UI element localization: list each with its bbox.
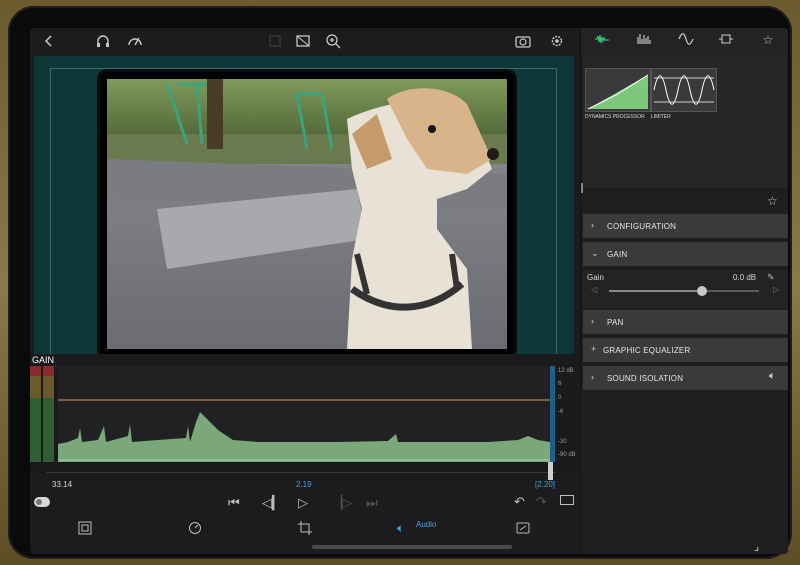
app-screen: GAIN 12 dB 6 0 -6 -30 -90 dB 33.14 2.19 …	[30, 28, 788, 554]
section-label: SOUND ISOLATION	[607, 374, 684, 383]
zoom-in-icon[interactable]	[324, 33, 342, 51]
db-label: -30	[558, 439, 567, 445]
redo-icon: ↷	[536, 494, 547, 509]
play-icon[interactable]: ▷	[298, 496, 308, 510]
plugin-limiter[interactable]	[651, 68, 717, 112]
home-indicator	[312, 545, 512, 549]
plugin-label: DYNAMICS PROCESSOR	[585, 114, 645, 120]
video-frame	[97, 69, 517, 359]
db-label: 6	[558, 381, 562, 387]
step-forward-icon: ▕▷	[332, 495, 352, 510]
section-pan[interactable]: › PAN	[583, 310, 788, 334]
time-start: 33.14	[52, 480, 73, 489]
section-label: GAIN	[607, 250, 628, 259]
aspect-ratio-icon[interactable]	[294, 33, 312, 51]
db-label: 0	[558, 395, 562, 401]
star-icon[interactable]: ☆	[757, 33, 779, 49]
chevron-right-icon: ›	[591, 372, 595, 382]
crop-icon[interactable]	[298, 521, 312, 538]
frame-icon[interactable]	[78, 521, 92, 538]
video-image	[107, 79, 507, 349]
waveform-icon[interactable]	[591, 33, 613, 49]
skip-to-start-icon[interactable]: ⏮	[228, 496, 240, 510]
favorite-icon[interactable]: ☆	[767, 194, 778, 208]
gain-controls: Gain 0.0 dB ✎ ◁ ▷	[583, 270, 788, 308]
editor-pane: GAIN 12 dB 6 0 -6 -30 -90 dB 33.14 2.19 …	[30, 28, 578, 554]
db-label: -6	[558, 409, 564, 415]
headphones-icon[interactable]	[94, 33, 112, 51]
plugin-dynamics-processor[interactable]	[585, 68, 651, 112]
sine-icon[interactable]	[675, 33, 697, 49]
disabled-tool-icon	[266, 33, 284, 51]
db-label: 12 dB	[558, 368, 574, 374]
gain-label: Gain	[587, 273, 604, 282]
gear-icon[interactable]	[548, 33, 566, 51]
chevron-down-icon: ⌄	[591, 248, 599, 258]
corner-resize-icon: ⌟	[754, 541, 760, 553]
speaker-icon: 🔈︎	[769, 370, 776, 382]
increment-icon[interactable]: ▷	[773, 285, 779, 294]
plugin-label: LIMITER	[651, 114, 671, 120]
time-end: [2.20]	[535, 480, 556, 489]
level-meter-left	[30, 366, 41, 462]
camera-icon[interactable]	[514, 33, 532, 51]
tablet-device: GAIN 12 dB 6 0 -6 -30 -90 dB 33.14 2.19 …	[8, 6, 792, 559]
top-toolbar	[30, 28, 578, 56]
timeline-ruler	[46, 472, 556, 473]
chevron-right-icon: ›	[591, 316, 595, 326]
section-label: PAN	[607, 318, 624, 327]
section-sound-isolation[interactable]: › SOUND ISOLATION 🔈︎	[583, 366, 788, 390]
gain-value: 0.0 dB	[733, 273, 757, 282]
back-icon[interactable]	[40, 33, 58, 51]
inspector-pane: ☆ DYNAMICS PROCESSOR LIMITER ☆ › CONFIGU…	[580, 28, 788, 554]
waveform-title: GAIN	[32, 355, 55, 365]
spectrum-icon[interactable]	[633, 33, 655, 49]
section-gain[interactable]: ⌄ GAIN	[583, 242, 788, 266]
video-preview-area[interactable]	[34, 56, 574, 376]
plus-icon: +	[591, 344, 597, 354]
section-label: GRAPHIC EQUALIZER	[603, 346, 691, 355]
skip-to-end-icon: ⏭	[366, 495, 378, 510]
db-label: -90 dB	[558, 452, 576, 458]
inspector-tabs: ☆	[581, 28, 788, 54]
export-icon[interactable]	[516, 521, 530, 538]
effects-chain: DYNAMICS PROCESSOR LIMITER	[583, 54, 787, 188]
edit-pencil-icon[interactable]: ✎	[767, 272, 775, 283]
section-label: CONFIGURATION	[607, 222, 677, 231]
audio-waveform[interactable]	[58, 366, 550, 462]
section-graphic-equalizer[interactable]: + GRAPHIC EQUALIZER	[583, 338, 788, 362]
gauge-icon[interactable]	[126, 33, 144, 51]
chevron-right-icon: ›	[591, 220, 595, 230]
undo-icon[interactable]: ↶	[514, 495, 525, 509]
loop-toggle-icon[interactable]	[34, 496, 50, 510]
section-configuration[interactable]: › CONFIGURATION	[583, 214, 788, 238]
db-scale: 12 dB 6 0 -6 -30 -90 dB	[550, 366, 578, 462]
level-meter-right	[43, 366, 54, 462]
filter-icon[interactable]	[715, 33, 737, 49]
playhead-handle[interactable]	[548, 462, 553, 480]
speed-icon[interactable]	[188, 521, 202, 538]
time-current: 2.19	[296, 480, 312, 489]
step-back-icon[interactable]: ◁▎	[262, 496, 282, 510]
decrement-icon[interactable]: ◁	[591, 285, 597, 294]
audio-speaker-icon[interactable]: 🔈︎	[397, 521, 404, 536]
slider-thumb[interactable]	[697, 286, 707, 296]
fullscreen-icon[interactable]	[560, 494, 574, 508]
gain-slider[interactable]	[609, 286, 759, 296]
inspector-divider[interactable]	[581, 183, 583, 193]
audio-tab-label[interactable]: Audio	[416, 520, 436, 529]
